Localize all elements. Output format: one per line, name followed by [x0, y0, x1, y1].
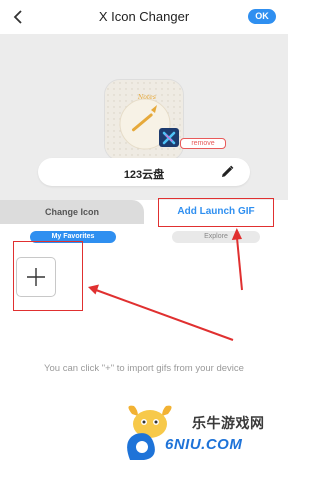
annotation-arrow-tab [236, 237, 243, 291]
ok-button[interactable]: OK [248, 9, 276, 24]
pencil-icon [222, 165, 234, 177]
app-name-field[interactable]: 123云盘 [38, 158, 250, 186]
notes-app-icon [105, 80, 183, 160]
x-mark-icon [162, 131, 176, 144]
subtab-explore[interactable]: Explore [172, 231, 260, 243]
x-icon-changer-icon[interactable] [159, 128, 179, 147]
app-icon-caption: Notes [138, 94, 156, 101]
watermark-cn-text: 乐牛游戏网 [192, 415, 265, 431]
annotation-arrow-add [95, 289, 234, 341]
annotation-highlight-tab [158, 198, 274, 227]
page-title: X Icon Changer [98, 9, 190, 24]
add-gif-button[interactable] [16, 257, 56, 297]
top-bar: X Icon Changer OK [0, 0, 288, 34]
edit-name-button[interactable] [219, 164, 235, 180]
import-hint-text: You can click "+" to import gifs from yo… [44, 363, 244, 374]
remove-label[interactable]: remove [180, 138, 226, 149]
tab-change-icon[interactable]: Change Icon [0, 200, 144, 224]
app-icon-preview: Notes [104, 79, 184, 161]
plus-icon [27, 268, 45, 286]
watermark-logo-text: 6NIU.COM [165, 436, 243, 453]
